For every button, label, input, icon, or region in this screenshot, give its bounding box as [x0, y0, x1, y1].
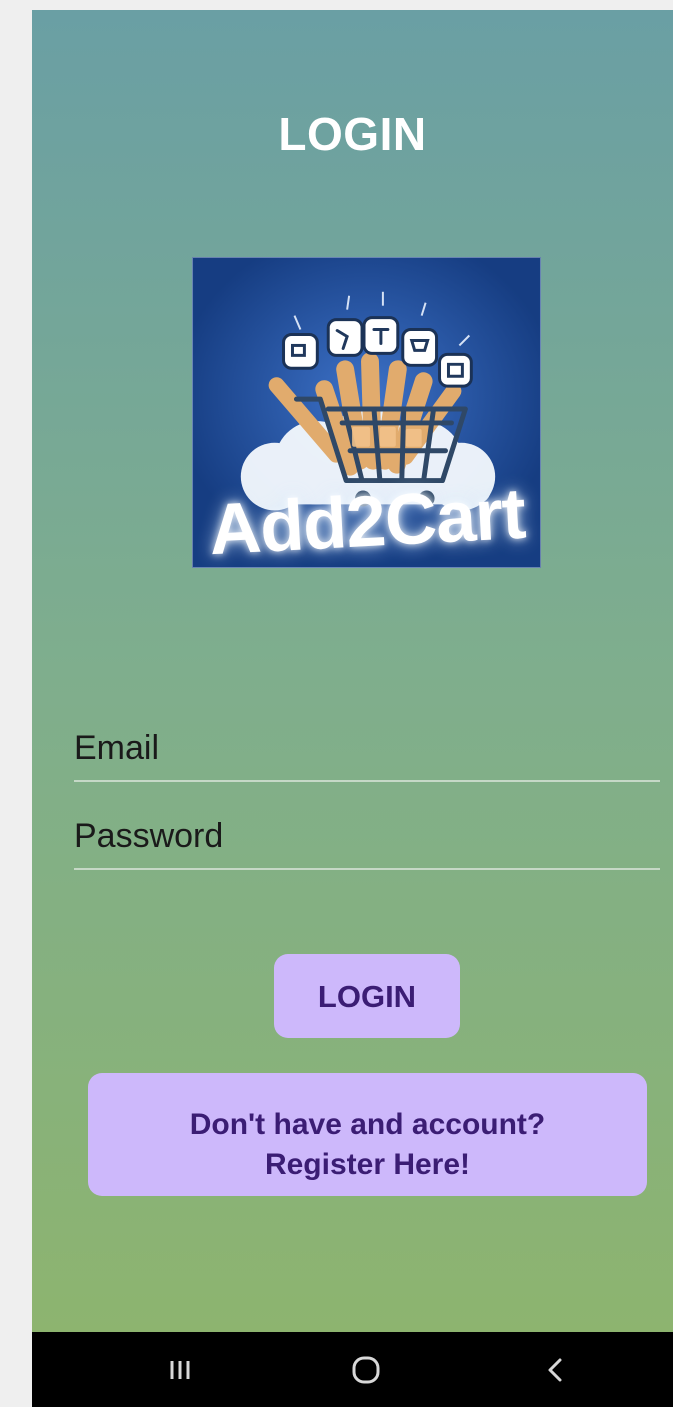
register-text-line-2: Register Here! — [264, 1147, 471, 1181]
phone-screen: LOGIN Add2Cart Email LOGIN Don't have an… — [32, 10, 673, 1407]
app-logo: Add2Cart — [192, 257, 541, 568]
logo-wordmark: Add2Cart — [207, 473, 527, 568]
password-input[interactable] — [74, 806, 660, 866]
register-text-line-1: Don't have and account? — [189, 1107, 546, 1141]
back-button[interactable] — [526, 1350, 586, 1390]
home-icon — [352, 1356, 380, 1384]
back-icon — [548, 1358, 562, 1382]
email-field[interactable] — [74, 718, 660, 782]
recents-button[interactable] — [150, 1350, 210, 1390]
email-input[interactable] — [74, 718, 660, 778]
page-title: LOGIN — [278, 108, 427, 160]
recents-icon — [170, 1361, 190, 1379]
home-button[interactable] — [336, 1350, 396, 1390]
password-field[interactable] — [74, 806, 660, 870]
system-navigation-bar — [32, 1332, 673, 1407]
page: LOGIN Add2Cart Email LOGIN Don't have an… — [0, 0, 673, 1407]
register-button[interactable]: Don't have and account? Register Here! — [88, 1073, 647, 1196]
login-screen: LOGIN Add2Cart Email LOGIN Don't have an… — [32, 10, 673, 1332]
login-button[interactable]: LOGIN — [274, 954, 460, 1038]
